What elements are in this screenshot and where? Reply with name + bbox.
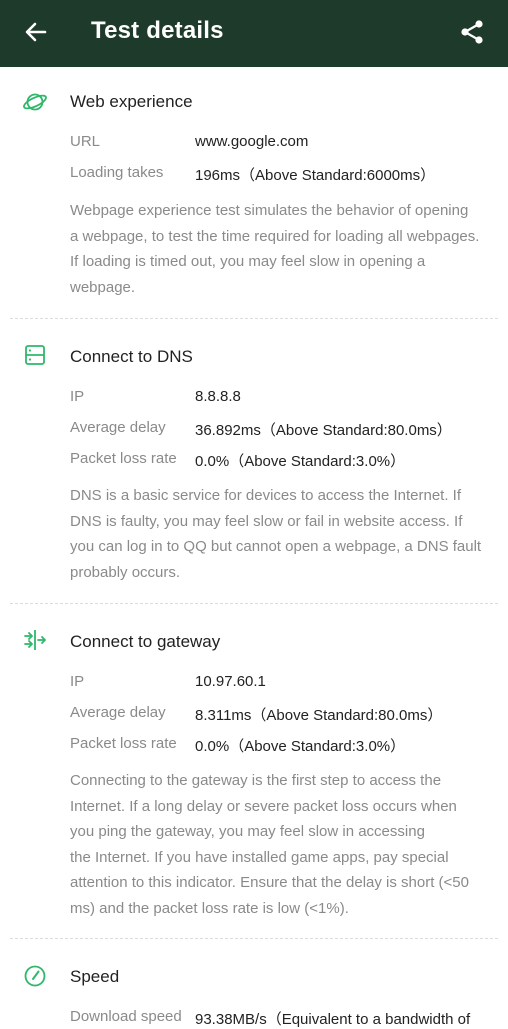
description-line: If loading is timed out, you may feel sl… (70, 253, 426, 270)
row-value: 0.0%（Above Standard:3.0%） (195, 453, 406, 470)
section-description: Webpage experience test simulates the be… (70, 198, 492, 300)
arrow-left-icon (25, 22, 47, 42)
server-icon (22, 342, 48, 368)
row-label: IP (70, 388, 85, 405)
row-value: 8.311ms（Above Standard:80.0ms） (195, 707, 443, 724)
description-line: attention to this indicator. Ensure that… (70, 874, 469, 891)
description-line: Webpage experience test simulates the be… (70, 202, 469, 219)
section-description: Connecting to the gateway is the first s… (70, 768, 492, 921)
description-line: probably occurs. (70, 563, 181, 581)
share-icon (461, 20, 483, 44)
description-line: a webpage, to test the time required for… (70, 227, 480, 245)
row-label: Average delay (70, 419, 166, 436)
description-line: ms) and the packet loss rate is low (<1%… (70, 899, 349, 917)
row-label: URL (70, 133, 101, 150)
description-line: you can log in to QQ but cannot open a w… (70, 538, 482, 555)
back-button[interactable] (18, 14, 54, 50)
app-bar: Test details (0, 0, 508, 67)
row-label: Packet loss rate (70, 735, 177, 752)
section-title: Web experience (70, 92, 193, 111)
row-value: 196ms（Above Standard:6000ms） (195, 167, 436, 184)
row-value: 8.8.8.8 (195, 388, 241, 405)
section-description: DNS is a basic service for devices to ac… (70, 483, 492, 585)
row-value: 0.0%（Above Standard:3.0%） (195, 738, 406, 755)
speedometer-icon (22, 963, 48, 989)
description-line: DNS is a basic service for devices to ac… (70, 487, 461, 504)
row-label: Average delay (70, 704, 166, 721)
gateway-arrows-icon (22, 627, 48, 653)
description-line: Internet. If a long delay or severe pack… (70, 797, 457, 815)
description-line: you ping the gateway, you may feel slow … (70, 823, 425, 840)
description-line: Connecting to the gateway is the first s… (70, 772, 442, 789)
section-title: Connect to DNS (70, 347, 193, 366)
gateway-section: Connect to gateway IP 10.97.60.1 Average… (0, 604, 508, 938)
dns-section: Connect to DNS IP 8.8.8.8 Average delay … (0, 319, 508, 603)
web-experience-section: Web experience URL www.google.com Loadin… (0, 67, 508, 319)
section-title: Connect to gateway (70, 632, 221, 651)
description-line: webpage. (70, 278, 136, 296)
row-label: Download speed (70, 1008, 182, 1025)
row-label: IP (70, 673, 85, 690)
description-line: the Internet. If you have installed game… (70, 848, 449, 866)
row-value: www.google.com (195, 133, 309, 150)
row-value: 36.892ms（Above Standard:80.0ms） (195, 422, 452, 439)
speed-section: Speed Download speed 93.38MB/s（Equivalen… (0, 939, 508, 1028)
share-button[interactable] (454, 14, 490, 50)
planet-icon (22, 89, 48, 115)
row-label: Packet loss rate (70, 450, 177, 467)
description-line: DNS is faulty, you may feel slow or fail… (70, 512, 463, 530)
row-label: Loading takes (70, 164, 164, 181)
row-value: 93.38MB/s（Equivalent to a bandwidth of (195, 1011, 471, 1028)
page-title: Test details (91, 17, 224, 44)
row-value: 10.97.60.1 (195, 673, 266, 690)
section-title: Speed (70, 967, 120, 986)
